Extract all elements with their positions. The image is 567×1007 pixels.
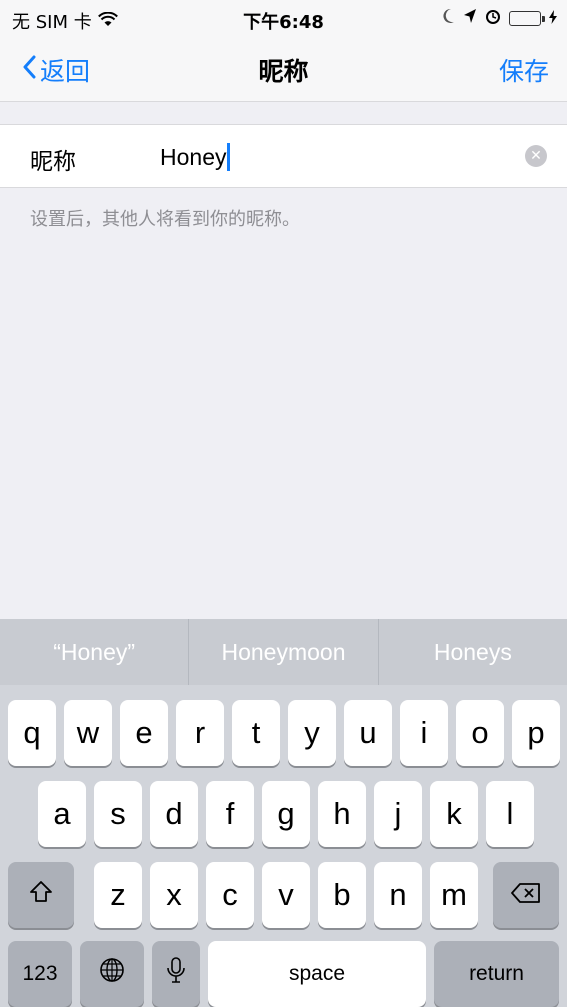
key-j[interactable]: j (374, 781, 422, 847)
key-i[interactable]: i (400, 700, 448, 766)
nickname-hint: 设置后，其他人将看到你的昵称。 (30, 209, 300, 230)
key-c[interactable]: c (206, 862, 254, 928)
dictation-key[interactable] (152, 941, 200, 1007)
key-h[interactable]: h (318, 781, 366, 847)
status-bar: 无 SIM 卡 下午6:48 (0, 0, 567, 40)
key-k[interactable]: k (430, 781, 478, 847)
battery-icon (509, 11, 545, 26)
text-cursor (227, 143, 231, 171)
key-u[interactable]: u (344, 700, 392, 766)
key-l[interactable]: l (486, 781, 534, 847)
suggestion-item[interactable]: Honeymoon (189, 619, 379, 685)
key-m[interactable]: m (430, 862, 478, 928)
globe-key[interactable] (80, 941, 144, 1007)
location-icon (463, 8, 477, 29)
suggestion-bar: “Honey” Honeymoon Honeys (0, 619, 567, 685)
key-r[interactable]: r (176, 700, 224, 766)
return-key[interactable]: return (434, 941, 559, 1007)
charging-icon (549, 8, 557, 29)
nickname-label: 昵称 (30, 149, 76, 175)
key-n[interactable]: n (374, 862, 422, 928)
key-y[interactable]: y (288, 700, 336, 766)
key-s[interactable]: s (94, 781, 142, 847)
clear-icon[interactable]: ✕ (525, 145, 547, 167)
key-p[interactable]: p (512, 700, 560, 766)
key-v[interactable]: v (262, 862, 310, 928)
key-q[interactable]: q (8, 700, 56, 766)
space-key[interactable]: space (208, 941, 426, 1007)
key-z[interactable]: z (94, 862, 142, 928)
key-w[interactable]: w (64, 700, 112, 766)
nickname-value: Honey (160, 144, 227, 170)
key-f[interactable]: f (206, 781, 254, 847)
suggestion-item[interactable]: Honeys (379, 619, 567, 685)
key-g[interactable]: g (262, 781, 310, 847)
navigation-bar: 返回 昵称 保存 (0, 40, 567, 102)
keyboard: “Honey” Honeymoon Honeys q w e r t y u i… (0, 619, 567, 1007)
key-o[interactable]: o (456, 700, 504, 766)
key-t[interactable]: t (232, 700, 280, 766)
key-d[interactable]: d (150, 781, 198, 847)
key-a[interactable]: a (38, 781, 86, 847)
key-e[interactable]: e (120, 700, 168, 766)
shift-key[interactable] (8, 862, 74, 928)
key-x[interactable]: x (150, 862, 198, 928)
nickname-row: 昵称 Honey ✕ (0, 124, 567, 188)
backspace-icon (510, 877, 542, 913)
numbers-key[interactable]: 123 (8, 941, 72, 1007)
alarm-icon (485, 8, 501, 29)
globe-icon (98, 956, 126, 992)
suggestion-item[interactable]: “Honey” (0, 619, 190, 685)
key-b[interactable]: b (318, 862, 366, 928)
backspace-key[interactable] (493, 862, 559, 928)
microphone-icon (166, 956, 186, 992)
moon-icon (441, 8, 455, 29)
nickname-input[interactable]: Honey (160, 143, 231, 171)
save-button[interactable]: 保存 (499, 52, 549, 88)
shift-icon (28, 877, 54, 913)
status-right (441, 8, 557, 29)
page-title: 昵称 (258, 57, 309, 86)
